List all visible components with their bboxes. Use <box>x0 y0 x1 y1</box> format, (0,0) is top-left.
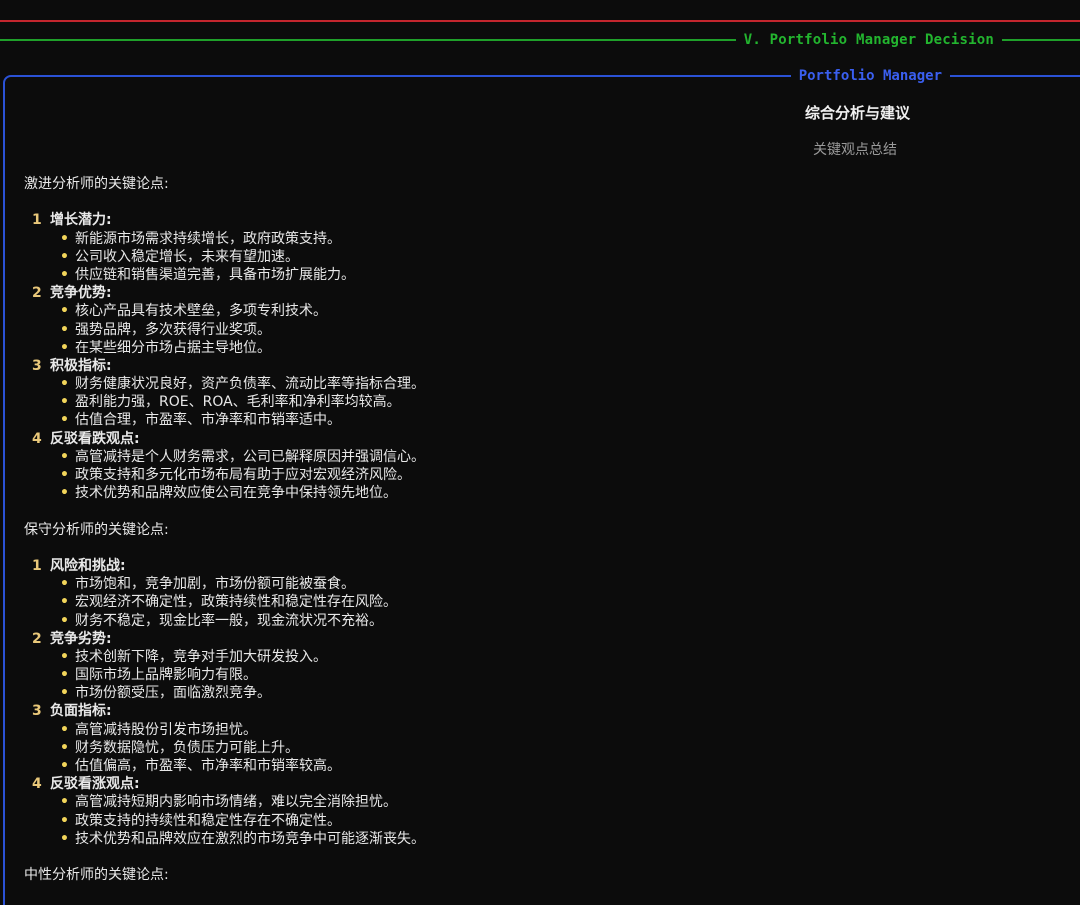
bullet-item: • 核心产品具有技术壁垒，多项专利技术。 <box>60 303 327 320</box>
item-label: 竞争优势: <box>50 285 112 302</box>
bullet-item: • 新能源市场需求持续增长，政府政策支持。 <box>60 230 341 247</box>
item-number: 2 <box>32 630 42 647</box>
bullet-item: • 高管减持是个人财务需求，公司已解释原因并强调信心。 <box>60 448 425 465</box>
item-label: 积极指标: <box>50 357 112 374</box>
bullet-icon: • <box>60 339 69 356</box>
bullet-icon: • <box>60 230 69 247</box>
bullet-item: • 市场饱和，竞争加剧，市场份额可能被蚕食。 <box>60 576 355 593</box>
analysis-content: 激进分析师的关键论点: 1 增长潜力: • 新能源市场需求持续增长，政府政策支持。 … <box>24 175 1064 884</box>
list-item: 3 积极指标: <box>24 357 1064 375</box>
list-item: 1 风险和挑战: <box>24 557 1064 575</box>
bullet-icon: • <box>60 576 69 593</box>
bullet-item: • 估值偏高，市盈率、市净率和市销率较高。 <box>60 758 341 774</box>
bullet-item: • 在某些细分市场占据主导地位。 <box>60 339 271 356</box>
bullet-item: • 高管减持股份引发市场担忧。 <box>60 721 257 738</box>
item-number: 1 <box>32 212 42 229</box>
bullet-icon: • <box>60 812 69 829</box>
analysis-heading: 综合分析与建议 <box>805 104 911 122</box>
bullet-icon: • <box>60 612 69 629</box>
bullet-icon: • <box>60 794 69 811</box>
item-number: 2 <box>32 285 42 302</box>
item-label: 负面指标: <box>50 703 112 720</box>
bullet-icon: • <box>60 412 69 429</box>
bullet-item: • 公司收入稳定增长，未来有望加速。 <box>60 248 299 265</box>
list-item: 4 反驳看涨观点: <box>24 775 1064 793</box>
list-item: 3 负面指标: <box>24 702 1064 720</box>
aggressive-analyst-title: 激进分析师的关键论点: <box>24 176 169 192</box>
item-number: 4 <box>32 430 42 447</box>
bullet-icon: • <box>60 758 69 774</box>
item-label: 风险和挑战: <box>50 557 126 574</box>
bullet-item: • 技术优势和品牌效应在激烈的市场竞争中可能逐渐丧失。 <box>60 830 425 847</box>
bullet-icon: • <box>60 485 69 502</box>
bullet-item: • 政策支持和多元化市场布局有助于应对宏观经济风险。 <box>60 467 411 483</box>
bullet-icon: • <box>60 648 69 665</box>
bullet-item: • 财务数据隐忧，负债压力可能上升。 <box>60 739 299 756</box>
section-title: V. Portfolio Manager Decision <box>735 31 1002 49</box>
conservative-analyst-title: 保守分析师的关键论点: <box>24 521 169 538</box>
bullet-item: • 估值合理，市盈率、市净率和市销率适中。 <box>60 412 341 429</box>
bullet-item: • 供应链和销售渠道完善，具备市场扩展能力。 <box>60 266 355 283</box>
item-number: 4 <box>32 776 42 793</box>
item-label: 增长潜力: <box>50 212 112 229</box>
bullet-icon: • <box>60 321 69 338</box>
bullet-item: • 宏观经济不确定性，政策持续性和稳定性存在风险。 <box>60 594 397 611</box>
bullet-icon: • <box>60 467 69 483</box>
bullet-item: • 财务健康状况良好，资产负债率、流动比率等指标合理。 <box>60 376 425 393</box>
bullet-icon: • <box>60 376 69 393</box>
panel-title: Portfolio Manager <box>790 67 950 85</box>
bullet-item: • 市场份额受压，面临激烈竞争。 <box>60 685 271 702</box>
bullet-icon: • <box>60 830 69 847</box>
item-number: 3 <box>32 357 42 374</box>
bullet-icon: • <box>60 266 69 283</box>
summary-subheading: 关键观点总结 <box>813 142 897 158</box>
bullet-icon: • <box>60 739 69 756</box>
bullet-item: • 盈利能力强，ROE、ROA、毛利率和净利率均较高。 <box>60 394 401 411</box>
list-item: 2 竞争劣势: <box>24 630 1064 648</box>
neutral-analyst-title: 中性分析师的关键论点: <box>24 867 169 884</box>
bullet-icon: • <box>60 594 69 611</box>
bullet-icon: • <box>60 685 69 702</box>
list-item: 1 增长潜力: <box>24 211 1064 229</box>
item-label: 竞争劣势: <box>50 630 112 647</box>
bullet-icon: • <box>60 448 69 465</box>
list-item: 4 反驳看跌观点: <box>24 430 1064 448</box>
bullet-icon: • <box>60 721 69 738</box>
bullet-item: • 技术优势和品牌效应使公司在竞争中保持领先地位。 <box>60 485 397 502</box>
bullet-icon: • <box>60 394 69 411</box>
list-item: 2 竞争优势: <box>24 284 1064 302</box>
bullet-icon: • <box>60 667 69 684</box>
bullet-item: • 技术创新下降，竞争对手加大研发投入。 <box>60 648 327 665</box>
bullet-item: • 高管减持短期内影响市场情绪，难以完全消除担忧。 <box>60 794 397 811</box>
item-label: 反驳看涨观点: <box>50 776 140 793</box>
item-number: 3 <box>32 703 42 720</box>
top-divider-red <box>0 20 1080 22</box>
bullet-item: • 政策支持的持续性和稳定性存在不确定性。 <box>60 812 341 829</box>
item-label: 反驳看跌观点: <box>50 430 140 447</box>
bullet-item: • 财务不稳定，现金比率一般，现金流状况不充裕。 <box>60 612 383 629</box>
bullet-item: • 强势品牌，多次获得行业奖项。 <box>60 321 271 338</box>
bullet-icon: • <box>60 248 69 265</box>
bullet-icon: • <box>60 303 69 320</box>
bullet-item: • 国际市场上品牌影响力有限。 <box>60 667 257 684</box>
item-number: 1 <box>32 557 42 574</box>
